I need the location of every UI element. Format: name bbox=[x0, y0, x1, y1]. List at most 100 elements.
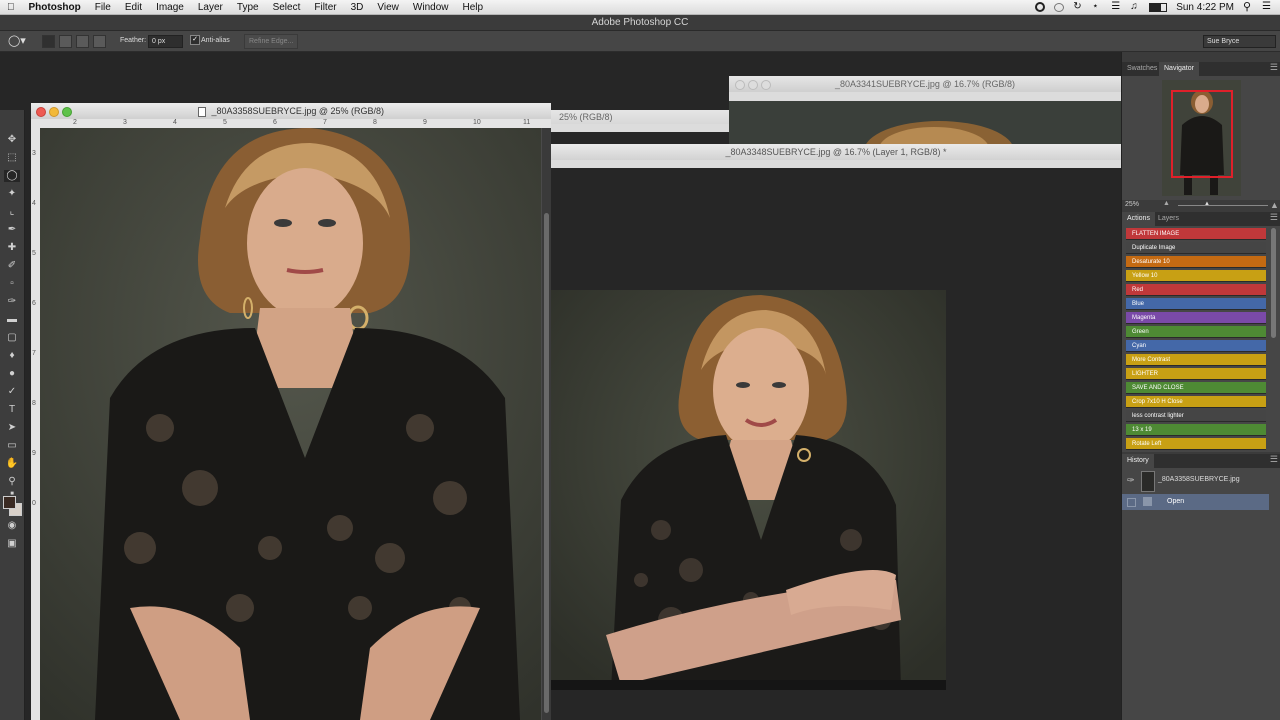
action-button[interactable]: 13 x 19 bbox=[1126, 424, 1266, 436]
type-tool-icon[interactable]: T bbox=[4, 404, 20, 416]
navigator-view-box[interactable] bbox=[1171, 90, 1233, 178]
document-title-bar-2[interactable]: _80A3341SUEBRYCE.jpg @ 16.7% (RGB/8) bbox=[729, 76, 1121, 93]
panel-menu-icon[interactable]: ☰ bbox=[1270, 62, 1278, 73]
action-button[interactable]: Duplicate Image bbox=[1126, 242, 1266, 254]
menu-3d[interactable]: 3D bbox=[344, 2, 371, 13]
rectangle-tool-icon[interactable]: ▭ bbox=[4, 440, 20, 452]
scrollbar-thumb[interactable] bbox=[544, 213, 549, 713]
tab-layers[interactable]: Layers bbox=[1153, 212, 1184, 226]
action-button[interactable]: Desaturate 10 bbox=[1126, 256, 1266, 268]
document-canvas-3[interactable] bbox=[551, 290, 946, 690]
menu-app-name[interactable]: Photoshop bbox=[22, 2, 88, 13]
document-title-bar-3[interactable]: _80A3348SUEBRYCE.jpg @ 16.7% (Layer 1, R… bbox=[551, 144, 1121, 161]
foreground-color-swatch[interactable] bbox=[3, 496, 16, 509]
record-icon[interactable] bbox=[1035, 2, 1046, 12]
minimize-button-1[interactable] bbox=[49, 107, 59, 117]
battery-icon[interactable] bbox=[1149, 2, 1168, 12]
quick-mask-icon[interactable]: ◉ bbox=[4, 520, 20, 532]
blur-tool-icon[interactable]: ♦ bbox=[4, 350, 20, 362]
subtract-from-selection-button[interactable] bbox=[76, 35, 89, 48]
creative-cloud-icon[interactable] bbox=[1054, 2, 1065, 12]
feather-field[interactable]: 0 px bbox=[148, 35, 183, 48]
action-button[interactable]: LIGHTER bbox=[1126, 368, 1266, 380]
document-canvas-2[interactable] bbox=[729, 101, 1121, 144]
panel-menu-icon[interactable]: ☰ bbox=[1270, 454, 1278, 465]
move-tool-icon[interactable]: ✥ bbox=[4, 134, 20, 146]
history-brush-source-icon[interactable]: ✑ bbox=[1127, 475, 1135, 486]
history-state-row[interactable]: Open bbox=[1122, 494, 1269, 510]
marquee-tool-icon[interactable]: ⬚ bbox=[4, 152, 20, 164]
dodge-tool-icon[interactable]: ● bbox=[4, 368, 20, 380]
bluetooth-icon[interactable]: ⋆ bbox=[1092, 2, 1102, 12]
menu-filter[interactable]: Filter bbox=[307, 2, 343, 13]
zoom-button-1[interactable] bbox=[62, 107, 72, 117]
menu-file[interactable]: File bbox=[88, 2, 118, 13]
zoom-button-2[interactable] bbox=[761, 80, 771, 90]
document-canvas-1[interactable] bbox=[40, 128, 541, 720]
action-button[interactable]: Red bbox=[1126, 284, 1266, 296]
menu-window[interactable]: Window bbox=[406, 2, 456, 13]
menu-edit[interactable]: Edit bbox=[118, 2, 149, 13]
action-button[interactable]: FLATTEN IMAGE bbox=[1126, 228, 1266, 240]
notification-center-icon[interactable]: ☰ bbox=[1262, 2, 1272, 12]
history-state-checkbox[interactable] bbox=[1127, 498, 1136, 507]
brush-tool-icon[interactable]: ✐ bbox=[4, 260, 20, 272]
action-button[interactable]: More Contrast bbox=[1126, 354, 1266, 366]
document-title-bar-1[interactable]: _80A3358SUEBRYCE.jpg @ 25% (RGB/8) bbox=[31, 103, 551, 120]
history-brush-tool-icon[interactable]: ✑ bbox=[4, 296, 20, 308]
menu-type[interactable]: Type bbox=[230, 2, 266, 13]
menu-help[interactable]: Help bbox=[455, 2, 490, 13]
eraser-tool-icon[interactable]: ▬ bbox=[4, 314, 20, 326]
zoom-out-icon[interactable]: ▲ bbox=[1163, 200, 1170, 207]
volume-icon[interactable]: ♫ bbox=[1130, 2, 1140, 12]
gradient-tool-icon[interactable]: ▢ bbox=[4, 332, 20, 344]
action-button[interactable]: Magenta bbox=[1126, 312, 1266, 324]
history-snapshot-row[interactable]: ✑ _80A3358SUEBRYCE.jpg bbox=[1122, 470, 1280, 492]
spotlight-icon[interactable]: ⚲ bbox=[1243, 2, 1253, 13]
path-selection-tool-icon[interactable]: ➤ bbox=[4, 422, 20, 434]
menubar-clock[interactable]: Sun 4:22 PM bbox=[1176, 2, 1234, 13]
tab-actions[interactable]: Actions bbox=[1122, 212, 1155, 226]
healing-brush-tool-icon[interactable]: ✚ bbox=[4, 242, 20, 254]
navigator-thumbnail[interactable] bbox=[1162, 80, 1241, 196]
crop-tool-icon[interactable]: ⌞ bbox=[4, 206, 20, 218]
close-button-2[interactable] bbox=[735, 80, 745, 90]
action-button[interactable]: Green bbox=[1126, 326, 1266, 338]
menu-view[interactable]: View bbox=[370, 2, 406, 13]
wifi-icon[interactable]: ☰ bbox=[1111, 2, 1121, 12]
minimize-button-2[interactable] bbox=[748, 80, 758, 90]
action-button[interactable]: SAVE AND CLOSE bbox=[1126, 382, 1266, 394]
panel-menu-icon[interactable]: ☰ bbox=[1270, 212, 1278, 223]
clone-stamp-tool-icon[interactable]: ▫ bbox=[4, 278, 20, 290]
apple-icon[interactable]:  bbox=[0, 2, 22, 13]
eyedropper-tool-icon[interactable]: ✒ bbox=[4, 224, 20, 236]
action-button[interactable]: Blue bbox=[1126, 298, 1266, 310]
screen-mode-icon[interactable]: ▣ bbox=[4, 538, 20, 550]
zoom-slider[interactable] bbox=[1178, 205, 1268, 206]
new-selection-button[interactable] bbox=[42, 35, 55, 48]
lasso-tool-preset-icon[interactable]: ◯▾ bbox=[8, 34, 26, 47]
intersect-selection-button[interactable] bbox=[93, 35, 106, 48]
action-button[interactable]: Crop 7x10 H Close bbox=[1126, 396, 1266, 408]
add-to-selection-button[interactable] bbox=[59, 35, 72, 48]
action-button[interactable]: Rotate Left bbox=[1126, 438, 1266, 450]
tab-navigator[interactable]: Navigator bbox=[1159, 62, 1199, 76]
close-button-1[interactable] bbox=[36, 107, 46, 117]
zoom-tool-icon[interactable]: ⚲ bbox=[4, 476, 20, 488]
action-button[interactable]: Yellow 10 bbox=[1126, 270, 1266, 282]
tab-swatches[interactable]: Swatches bbox=[1122, 62, 1162, 76]
action-button[interactable]: less contrast lighter bbox=[1126, 410, 1266, 422]
vertical-scrollbar[interactable] bbox=[542, 128, 551, 720]
actions-scrollbar[interactable] bbox=[1271, 228, 1276, 338]
time-machine-icon[interactable]: ↻ bbox=[1073, 2, 1083, 12]
menu-select[interactable]: Select bbox=[266, 2, 308, 13]
zoom-slider-handle[interactable]: ▲ bbox=[1204, 201, 1210, 207]
action-button[interactable]: Cyan bbox=[1126, 340, 1266, 352]
navigator-zoom-value[interactable]: 25% bbox=[1125, 201, 1139, 208]
quick-selection-tool-icon[interactable]: ✦ bbox=[4, 188, 20, 200]
menu-image[interactable]: Image bbox=[149, 2, 191, 13]
pen-tool-icon[interactable]: ✓ bbox=[4, 386, 20, 398]
zoom-in-icon[interactable]: ▲ bbox=[1270, 200, 1279, 210]
refine-edge-button[interactable]: Refine Edge... bbox=[244, 34, 299, 49]
menu-layer[interactable]: Layer bbox=[191, 2, 230, 13]
